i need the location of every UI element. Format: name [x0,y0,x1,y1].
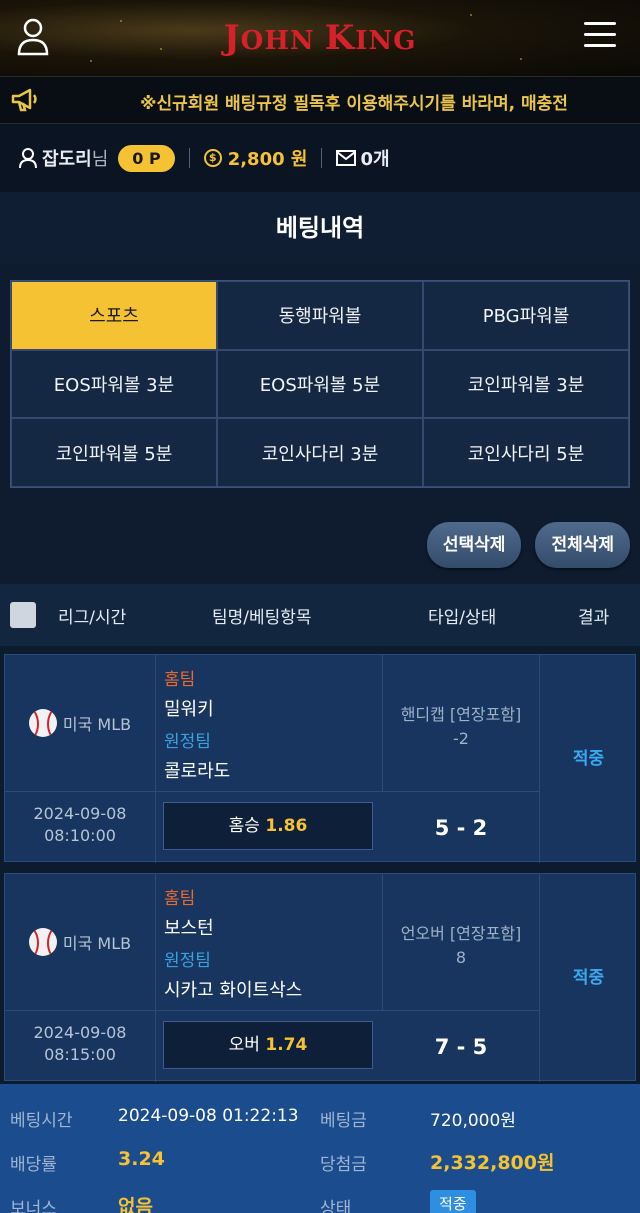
bet-type-name: 핸디캡 [연장포함] [400,705,522,724]
balance[interactable]: 2,800 원 [228,145,308,171]
home-label: 홈팀 [164,889,196,909]
tab-sports[interactable]: 스포츠 [11,281,217,350]
league-cell: 미국 MLB [5,874,155,1010]
bet-time: 08:15:00 [44,1045,116,1064]
bet-time-value: 2024-09-08 01:22:13 [118,1106,299,1126]
megaphone-icon [11,88,37,112]
page-title: 베팅내역 [0,192,640,264]
away-label: 원정팀 [164,951,211,971]
username: 잡도리 [42,149,92,170]
username-suffix: 님 [91,149,109,170]
status-label: 상태 [320,1199,352,1213]
home-team: 보스턴 [164,918,214,939]
col-team: 팀명/베팅항목 [212,607,312,628]
teams-cell: 홈팀 보스턴 원정팀 시카고 화이트삭스 [155,874,383,1010]
site-logo[interactable]: JOHN KING [0,18,640,58]
league-name: 미국 MLB [62,934,132,953]
bet-date: 2024-09-08 [33,804,127,823]
bet-line: -2 [453,729,469,748]
result-status: 적중 [539,874,637,1082]
bet-type-name: 언오버 [연장포함] [400,924,522,943]
delete-all-button[interactable]: 전체삭제 [535,522,630,568]
home-team: 밀워키 [164,699,214,720]
pick-odds: 1.86 [265,816,308,836]
message-count[interactable]: 0개 [360,145,389,171]
notice-text: ※신규회원 배팅규정 필독후 이용해주시기를 바라며, 매충전 [140,94,568,114]
away-team: 시카고 화이트삭스 [164,980,303,1001]
points-badge[interactable]: 0 P [118,144,175,172]
tab-eos-powerball-3[interactable]: EOS파워볼 3분 [11,349,217,419]
bet-datetime: 2024-09-08 08:15:00 [5,1010,155,1082]
bet-pick: 오버 1.74 [163,1021,373,1069]
coin-icon: $ [203,149,222,167]
bet-type: 언오버 [연장포함] 8 [383,874,539,1010]
score: 7 - 5 [383,1010,539,1082]
bet-pick: 홈승 1.86 [163,802,373,850]
win-label: 당첨금 [320,1155,367,1175]
win-amount-value: 2,332,800원 [430,1152,555,1174]
odds-value: 3.24 [118,1148,165,1170]
tab-coin-ladder-5[interactable]: 코인사다리 5분 [423,418,629,487]
col-result: 결과 [578,607,610,628]
result-status: 적중 [539,655,637,863]
divider [321,148,323,168]
tab-coin-powerball-3[interactable]: 코인파워볼 3분 [423,349,629,419]
away-label: 원정팀 [164,732,211,752]
action-buttons: 선택삭제 전체삭제 [426,522,630,568]
select-all-checkbox[interactable] [10,602,36,628]
delete-selected-button[interactable]: 선택삭제 [426,522,522,568]
col-type: 타입/상태 [428,607,497,628]
score: 5 - 2 [383,791,539,863]
col-league: 리그/시간 [58,607,127,628]
tab-pbg-powerball[interactable]: PBG파워볼 [423,281,629,350]
envelope-icon[interactable] [336,150,357,166]
bet-type: 핸디캡 [연장포함] -2 [383,655,539,791]
league-cell: 미국 MLB [5,655,155,791]
status-badge: 적중 [430,1190,476,1213]
bet-date: 2024-09-08 [33,1023,127,1042]
home-label: 홈팀 [164,670,196,690]
bonus-label: 보너스 [10,1199,57,1213]
bonus-value: 없음 [118,1196,153,1213]
bet-time-label: 베팅시간 [10,1111,73,1131]
league-name: 미국 MLB [62,715,132,734]
bet-card[interactable]: 미국 MLB 홈팀 밀워키 원정팀 콜로라도 핸디캡 [연장포함] -2 202… [4,654,637,863]
pick-odds: 1.74 [265,1035,308,1055]
divider [188,148,190,168]
game-filter-section: 스포츠 동행파워볼 PBG파워볼 EOS파워볼 3분 EOS파워볼 5분 코인파… [0,264,640,584]
odds-label: 배당률 [10,1155,57,1175]
bet-card[interactable]: 미국 MLB 홈팀 보스턴 원정팀 시카고 화이트삭스 언오버 [연장포함] 8… [4,873,637,1082]
user-info-bar: 잡도리 님 0 P $ 2,800 원 0개 [0,124,640,192]
app-header: JOHN KING [0,0,640,76]
away-team: 콜로라도 [164,761,231,782]
tab-donghaeng-powerball[interactable]: 동행파워볼 [217,281,423,350]
tab-coin-ladder-3[interactable]: 코인사다리 3분 [217,418,423,487]
tab-coin-powerball-5[interactable]: 코인파워볼 5분 [11,418,217,487]
bet-amount-value: 720,000원 [430,1111,516,1131]
baseball-icon [28,709,57,737]
table-header: 리그/시간 팀명/베팅항목 타입/상태 결과 [0,584,640,646]
teams-cell: 홈팀 밀워키 원정팀 콜로라도 [155,655,383,791]
bet-line: 8 [455,948,467,967]
tab-eos-powerball-5[interactable]: EOS파워볼 5분 [217,349,423,419]
bet-datetime: 2024-09-08 08:10:00 [5,791,155,863]
game-tab-grid: 스포츠 동행파워볼 PBG파워볼 EOS파워볼 3분 EOS파워볼 5분 코인파… [10,280,630,488]
pick-label: 홈승 [228,816,260,836]
bet-summary: 베팅시간 2024-09-08 01:22:13 베팅금 720,000원 배당… [0,1084,640,1213]
pick-label: 오버 [228,1035,260,1055]
notice-ticker: ※신규회원 배팅규정 필독후 이용해주시기를 바라며, 매충전 [0,76,640,124]
bet-amount-label: 베팅금 [320,1111,367,1131]
person-icon [19,148,37,169]
baseball-icon [28,928,57,956]
bet-time: 08:10:00 [44,826,116,845]
hamburger-menu-icon[interactable] [584,22,616,50]
